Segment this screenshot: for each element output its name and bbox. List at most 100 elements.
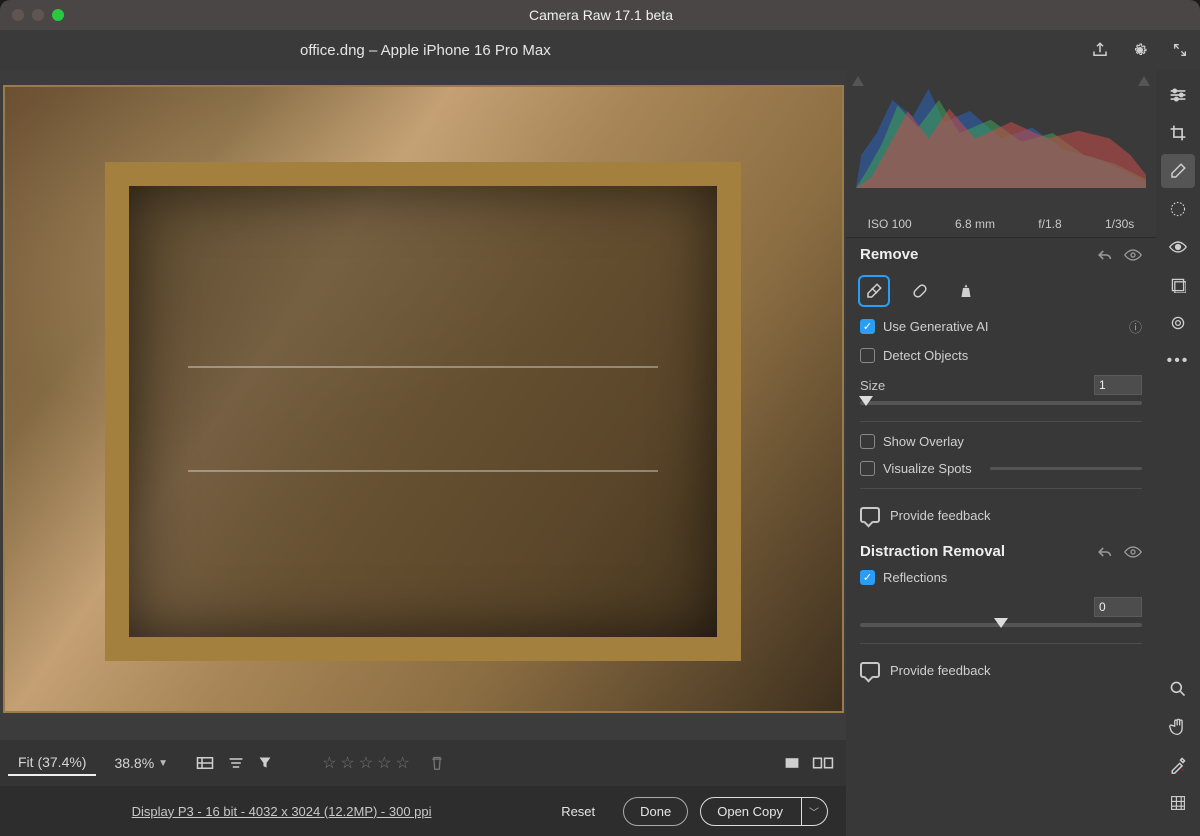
feedback-icon [860, 662, 880, 678]
grid-toggle-icon[interactable] [1161, 786, 1195, 820]
star-icon[interactable]: ☆ [377, 753, 391, 773]
open-copy-button[interactable]: Open Copy [700, 797, 802, 826]
compare-view-icon[interactable] [812, 756, 834, 770]
filter-icon[interactable] [258, 756, 272, 770]
chevron-down-icon: ▼ [158, 758, 168, 769]
show-overlay-row[interactable]: Show Overlay [846, 428, 1156, 455]
remove-feedback-button[interactable]: Provide feedback [846, 495, 1156, 535]
star-icon[interactable]: ☆ [322, 753, 336, 773]
reflections-slider-track[interactable] [860, 623, 1142, 627]
star-icon[interactable]: ☆ [395, 753, 409, 773]
right-toolbar: ••• [1156, 70, 1200, 836]
use-gen-ai-label: Use Generative AI [883, 319, 989, 334]
zoom-icon[interactable] [1161, 672, 1195, 706]
reflections-input[interactable] [1094, 597, 1142, 617]
window-controls [12, 9, 64, 21]
file-header: office.dng – Apple iPhone 16 Pro Max [0, 30, 1200, 70]
close-window-button[interactable] [12, 9, 24, 21]
visibility-icon[interactable] [1124, 249, 1142, 261]
crop-icon[interactable] [1161, 116, 1195, 150]
star-icon[interactable]: ☆ [340, 753, 354, 773]
fullscreen-icon[interactable] [1160, 30, 1200, 70]
checkbox-checked-icon[interactable]: ✓ [860, 319, 875, 334]
redeye-icon[interactable] [1161, 230, 1195, 264]
visualize-spots-label: Visualize Spots [883, 461, 972, 476]
feedback-label: Provide feedback [890, 508, 990, 523]
trash-icon[interactable] [430, 755, 444, 771]
color-sampler-icon[interactable] [1161, 748, 1195, 782]
presets-icon[interactable] [1161, 268, 1195, 302]
aperture-value: f/1.8 [1038, 217, 1061, 231]
distraction-feedback-button[interactable]: Provide feedback [846, 650, 1156, 690]
exif-summary: ISO 100 6.8 mm f/1.8 1/30s [846, 210, 1156, 238]
detect-objects-label: Detect Objects [883, 348, 968, 363]
hand-icon[interactable] [1161, 710, 1195, 744]
single-view-icon[interactable] [784, 756, 800, 770]
show-overlay-label: Show Overlay [883, 434, 964, 449]
info-icon[interactable]: ⓘ [1129, 317, 1142, 336]
detect-objects-row[interactable]: Detect Objects [846, 342, 1156, 369]
maximize-window-button[interactable] [52, 9, 64, 21]
undo-icon[interactable] [1096, 248, 1112, 262]
preview-canvas-wrap[interactable] [0, 70, 846, 740]
checkbox-checked-icon[interactable]: ✓ [860, 570, 875, 585]
more-icon[interactable]: ••• [1161, 344, 1195, 378]
undo-icon[interactable] [1096, 545, 1112, 559]
shutter-value: 1/30s [1105, 217, 1134, 231]
feedback-icon [860, 507, 880, 523]
checkbox-icon[interactable] [860, 434, 875, 449]
zoom-fit-button[interactable]: Fit (37.4%) [8, 750, 96, 776]
visualize-spots-slider[interactable] [990, 467, 1142, 470]
checkbox-icon[interactable] [860, 348, 875, 363]
zoom-level-label: 38.8% [114, 755, 154, 771]
visibility-icon[interactable] [1124, 546, 1142, 558]
preview-canvas[interactable] [3, 85, 844, 713]
size-input[interactable] [1094, 375, 1142, 395]
preview-column: Fit (37.4%) 38.8% ▼ ☆ ☆ ☆ ☆ [0, 70, 846, 836]
slider-thumb-icon[interactable] [994, 618, 1008, 628]
grid-view-icon[interactable] [196, 756, 214, 770]
minimize-window-button[interactable] [32, 9, 44, 21]
zoom-level-button[interactable]: 38.8% ▼ [106, 751, 176, 775]
settings-gear-icon[interactable] [1120, 30, 1160, 70]
size-slider[interactable]: Size [846, 369, 1156, 415]
file-info: office.dng – Apple iPhone 16 Pro Max [300, 42, 551, 59]
reset-button[interactable]: Reset [545, 798, 611, 825]
done-button[interactable]: Done [623, 797, 688, 826]
separator: – [365, 42, 381, 59]
visualize-spots-row[interactable]: Visualize Spots [846, 455, 1156, 482]
healing-icon[interactable] [1161, 154, 1195, 188]
image-meta-link[interactable]: Display P3 - 16 bit - 4032 x 3024 (12.2M… [18, 804, 545, 819]
histogram[interactable] [846, 70, 1156, 210]
mask-icon[interactable] [1161, 192, 1195, 226]
slider-thumb-icon[interactable] [859, 396, 873, 406]
distraction-title: Distraction Removal [860, 543, 1005, 560]
clone-tool-icon[interactable] [952, 277, 980, 305]
share-icon[interactable] [1080, 30, 1120, 70]
distraction-panel-header[interactable]: Distraction Removal [846, 535, 1156, 564]
remove-panel-header[interactable]: Remove [846, 238, 1156, 267]
sort-icon[interactable] [228, 756, 244, 770]
window-titlebar: Camera Raw 17.1 beta [0, 0, 1200, 30]
reflections-row[interactable]: ✓ Reflections [846, 564, 1156, 591]
iso-value: ISO 100 [868, 217, 912, 231]
size-slider-track[interactable] [860, 401, 1142, 405]
file-name: office.dng [300, 42, 365, 59]
filmstrip-toolbar: Fit (37.4%) 38.8% ▼ ☆ ☆ ☆ ☆ [0, 740, 846, 786]
star-icon[interactable]: ☆ [359, 753, 373, 773]
chevron-down-icon: ﹀ [809, 808, 819, 819]
reflections-label: Reflections [883, 570, 947, 585]
lens-blur-icon[interactable] [1161, 306, 1195, 340]
rating-stars[interactable]: ☆ ☆ ☆ ☆ ☆ [322, 753, 410, 773]
heal-tool-icon[interactable] [906, 277, 934, 305]
edit-sliders-icon[interactable] [1161, 78, 1195, 112]
remove-tool-row [846, 267, 1156, 311]
reflections-slider[interactable] [846, 591, 1156, 637]
focal-value: 6.8 mm [955, 217, 995, 231]
eraser-tool-icon[interactable] [860, 277, 888, 305]
open-copy-dropdown[interactable]: ﹀ [801, 797, 828, 826]
checkbox-icon[interactable] [860, 461, 875, 476]
use-gen-ai-row[interactable]: ✓ Use Generative AI ⓘ [846, 311, 1156, 342]
window-title: Camera Raw 17.1 beta [64, 7, 1138, 23]
histogram-graph [856, 78, 1146, 188]
